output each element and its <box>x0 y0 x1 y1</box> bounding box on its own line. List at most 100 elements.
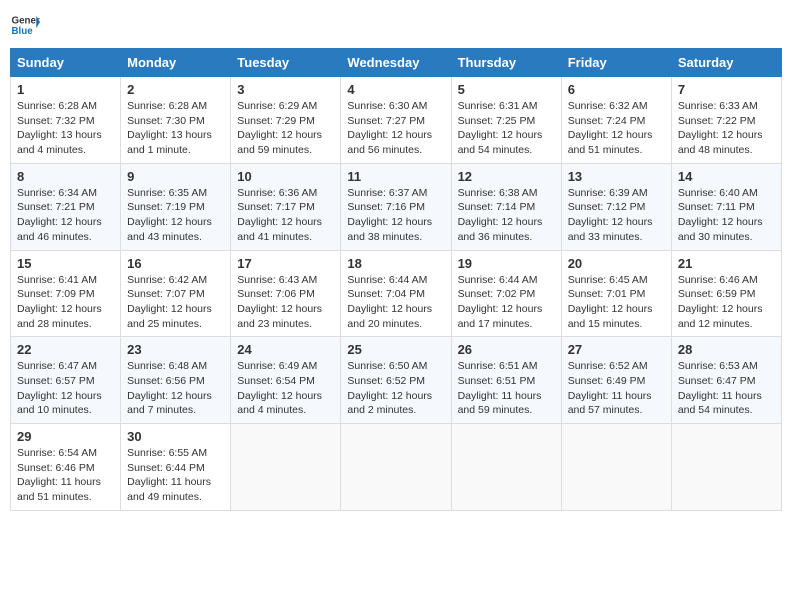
sunrise-label: Sunrise: 6:40 AM <box>678 187 758 199</box>
day-number: 10 <box>237 169 334 184</box>
daylight-label: Daylight: 12 hours and 48 minutes. <box>678 129 763 156</box>
calendar-cell: 10 Sunrise: 6:36 AM Sunset: 7:17 PM Dayl… <box>231 163 341 250</box>
sunset-label: Sunset: 6:56 PM <box>127 375 205 387</box>
calendar-cell: 13 Sunrise: 6:39 AM Sunset: 7:12 PM Dayl… <box>561 163 671 250</box>
day-number: 14 <box>678 169 775 184</box>
sunrise-label: Sunrise: 6:39 AM <box>568 187 648 199</box>
sunset-label: Sunset: 7:14 PM <box>458 201 536 213</box>
daylight-label: Daylight: 12 hours and 46 minutes. <box>17 216 102 243</box>
header-tuesday: Tuesday <box>231 49 341 77</box>
calendar-cell: 29 Sunrise: 6:54 AM Sunset: 6:46 PM Dayl… <box>11 424 121 511</box>
daylight-label: Daylight: 12 hours and 2 minutes. <box>347 390 432 417</box>
header-thursday: Thursday <box>451 49 561 77</box>
sunset-label: Sunset: 7:04 PM <box>347 288 425 300</box>
calendar-cell: 8 Sunrise: 6:34 AM Sunset: 7:21 PM Dayli… <box>11 163 121 250</box>
header-wednesday: Wednesday <box>341 49 451 77</box>
daylight-label: Daylight: 12 hours and 10 minutes. <box>17 390 102 417</box>
sunrise-label: Sunrise: 6:30 AM <box>347 100 427 112</box>
sunrise-label: Sunrise: 6:48 AM <box>127 360 207 372</box>
calendar-cell: 11 Sunrise: 6:37 AM Sunset: 7:16 PM Dayl… <box>341 163 451 250</box>
day-info: Sunrise: 6:50 AM Sunset: 6:52 PM Dayligh… <box>347 359 444 418</box>
day-number: 7 <box>678 82 775 97</box>
daylight-label: Daylight: 12 hours and 25 minutes. <box>127 303 212 330</box>
daylight-label: Daylight: 12 hours and 28 minutes. <box>17 303 102 330</box>
day-number: 30 <box>127 429 224 444</box>
day-info: Sunrise: 6:52 AM Sunset: 6:49 PM Dayligh… <box>568 359 665 418</box>
day-number: 29 <box>17 429 114 444</box>
calendar-cell <box>341 424 451 511</box>
day-info: Sunrise: 6:44 AM Sunset: 7:04 PM Dayligh… <box>347 273 444 332</box>
sunrise-label: Sunrise: 6:42 AM <box>127 274 207 286</box>
page-header: General Blue <box>10 10 782 40</box>
sunrise-label: Sunrise: 6:55 AM <box>127 447 207 459</box>
daylight-label: Daylight: 12 hours and 36 minutes. <box>458 216 543 243</box>
calendar-cell <box>451 424 561 511</box>
daylight-label: Daylight: 12 hours and 38 minutes. <box>347 216 432 243</box>
day-number: 5 <box>458 82 555 97</box>
calendar-cell: 26 Sunrise: 6:51 AM Sunset: 6:51 PM Dayl… <box>451 337 561 424</box>
sunrise-label: Sunrise: 6:44 AM <box>458 274 538 286</box>
sunrise-label: Sunrise: 6:51 AM <box>458 360 538 372</box>
day-info: Sunrise: 6:55 AM Sunset: 6:44 PM Dayligh… <box>127 446 224 505</box>
sunset-label: Sunset: 6:46 PM <box>17 462 95 474</box>
calendar-cell <box>671 424 781 511</box>
day-info: Sunrise: 6:33 AM Sunset: 7:22 PM Dayligh… <box>678 99 775 158</box>
day-info: Sunrise: 6:49 AM Sunset: 6:54 PM Dayligh… <box>237 359 334 418</box>
calendar-cell: 15 Sunrise: 6:41 AM Sunset: 7:09 PM Dayl… <box>11 250 121 337</box>
sunset-label: Sunset: 7:12 PM <box>568 201 646 213</box>
daylight-label: Daylight: 12 hours and 12 minutes. <box>678 303 763 330</box>
day-number: 9 <box>127 169 224 184</box>
calendar-cell: 22 Sunrise: 6:47 AM Sunset: 6:57 PM Dayl… <box>11 337 121 424</box>
sunrise-label: Sunrise: 6:37 AM <box>347 187 427 199</box>
sunrise-label: Sunrise: 6:53 AM <box>678 360 758 372</box>
sunset-label: Sunset: 7:06 PM <box>237 288 315 300</box>
sunset-label: Sunset: 6:52 PM <box>347 375 425 387</box>
sunrise-label: Sunrise: 6:29 AM <box>237 100 317 112</box>
sunset-label: Sunset: 7:01 PM <box>568 288 646 300</box>
day-info: Sunrise: 6:40 AM Sunset: 7:11 PM Dayligh… <box>678 186 775 245</box>
calendar-week-1: 1 Sunrise: 6:28 AM Sunset: 7:32 PM Dayli… <box>11 77 782 164</box>
logo-icon: General Blue <box>10 10 40 40</box>
calendar-cell: 9 Sunrise: 6:35 AM Sunset: 7:19 PM Dayli… <box>121 163 231 250</box>
day-number: 1 <box>17 82 114 97</box>
sunset-label: Sunset: 7:27 PM <box>347 115 425 127</box>
sunrise-label: Sunrise: 6:45 AM <box>568 274 648 286</box>
calendar-cell: 24 Sunrise: 6:49 AM Sunset: 6:54 PM Dayl… <box>231 337 341 424</box>
sunset-label: Sunset: 7:32 PM <box>17 115 95 127</box>
svg-text:General: General <box>12 16 41 27</box>
daylight-label: Daylight: 12 hours and 56 minutes. <box>347 129 432 156</box>
calendar-cell: 5 Sunrise: 6:31 AM Sunset: 7:25 PM Dayli… <box>451 77 561 164</box>
calendar-cell: 6 Sunrise: 6:32 AM Sunset: 7:24 PM Dayli… <box>561 77 671 164</box>
sunset-label: Sunset: 6:57 PM <box>17 375 95 387</box>
daylight-label: Daylight: 11 hours and 51 minutes. <box>17 476 101 503</box>
day-info: Sunrise: 6:48 AM Sunset: 6:56 PM Dayligh… <box>127 359 224 418</box>
day-info: Sunrise: 6:31 AM Sunset: 7:25 PM Dayligh… <box>458 99 555 158</box>
calendar-cell: 25 Sunrise: 6:50 AM Sunset: 6:52 PM Dayl… <box>341 337 451 424</box>
sunrise-label: Sunrise: 6:35 AM <box>127 187 207 199</box>
calendar-cell: 17 Sunrise: 6:43 AM Sunset: 7:06 PM Dayl… <box>231 250 341 337</box>
day-number: 26 <box>458 342 555 357</box>
sunset-label: Sunset: 6:59 PM <box>678 288 756 300</box>
sunset-label: Sunset: 7:21 PM <box>17 201 95 213</box>
daylight-label: Daylight: 12 hours and 51 minutes. <box>568 129 653 156</box>
calendar-cell: 20 Sunrise: 6:45 AM Sunset: 7:01 PM Dayl… <box>561 250 671 337</box>
day-info: Sunrise: 6:28 AM Sunset: 7:32 PM Dayligh… <box>17 99 114 158</box>
day-info: Sunrise: 6:43 AM Sunset: 7:06 PM Dayligh… <box>237 273 334 332</box>
calendar-cell <box>231 424 341 511</box>
day-number: 23 <box>127 342 224 357</box>
day-number: 19 <box>458 256 555 271</box>
daylight-label: Daylight: 12 hours and 15 minutes. <box>568 303 653 330</box>
day-info: Sunrise: 6:46 AM Sunset: 6:59 PM Dayligh… <box>678 273 775 332</box>
calendar-cell: 28 Sunrise: 6:53 AM Sunset: 6:47 PM Dayl… <box>671 337 781 424</box>
daylight-label: Daylight: 12 hours and 20 minutes. <box>347 303 432 330</box>
daylight-label: Daylight: 12 hours and 54 minutes. <box>458 129 543 156</box>
day-number: 13 <box>568 169 665 184</box>
sunrise-label: Sunrise: 6:54 AM <box>17 447 97 459</box>
calendar-cell: 14 Sunrise: 6:40 AM Sunset: 7:11 PM Dayl… <box>671 163 781 250</box>
calendar-cell: 16 Sunrise: 6:42 AM Sunset: 7:07 PM Dayl… <box>121 250 231 337</box>
day-info: Sunrise: 6:37 AM Sunset: 7:16 PM Dayligh… <box>347 186 444 245</box>
sunrise-label: Sunrise: 6:43 AM <box>237 274 317 286</box>
daylight-label: Daylight: 12 hours and 30 minutes. <box>678 216 763 243</box>
day-number: 4 <box>347 82 444 97</box>
day-number: 17 <box>237 256 334 271</box>
